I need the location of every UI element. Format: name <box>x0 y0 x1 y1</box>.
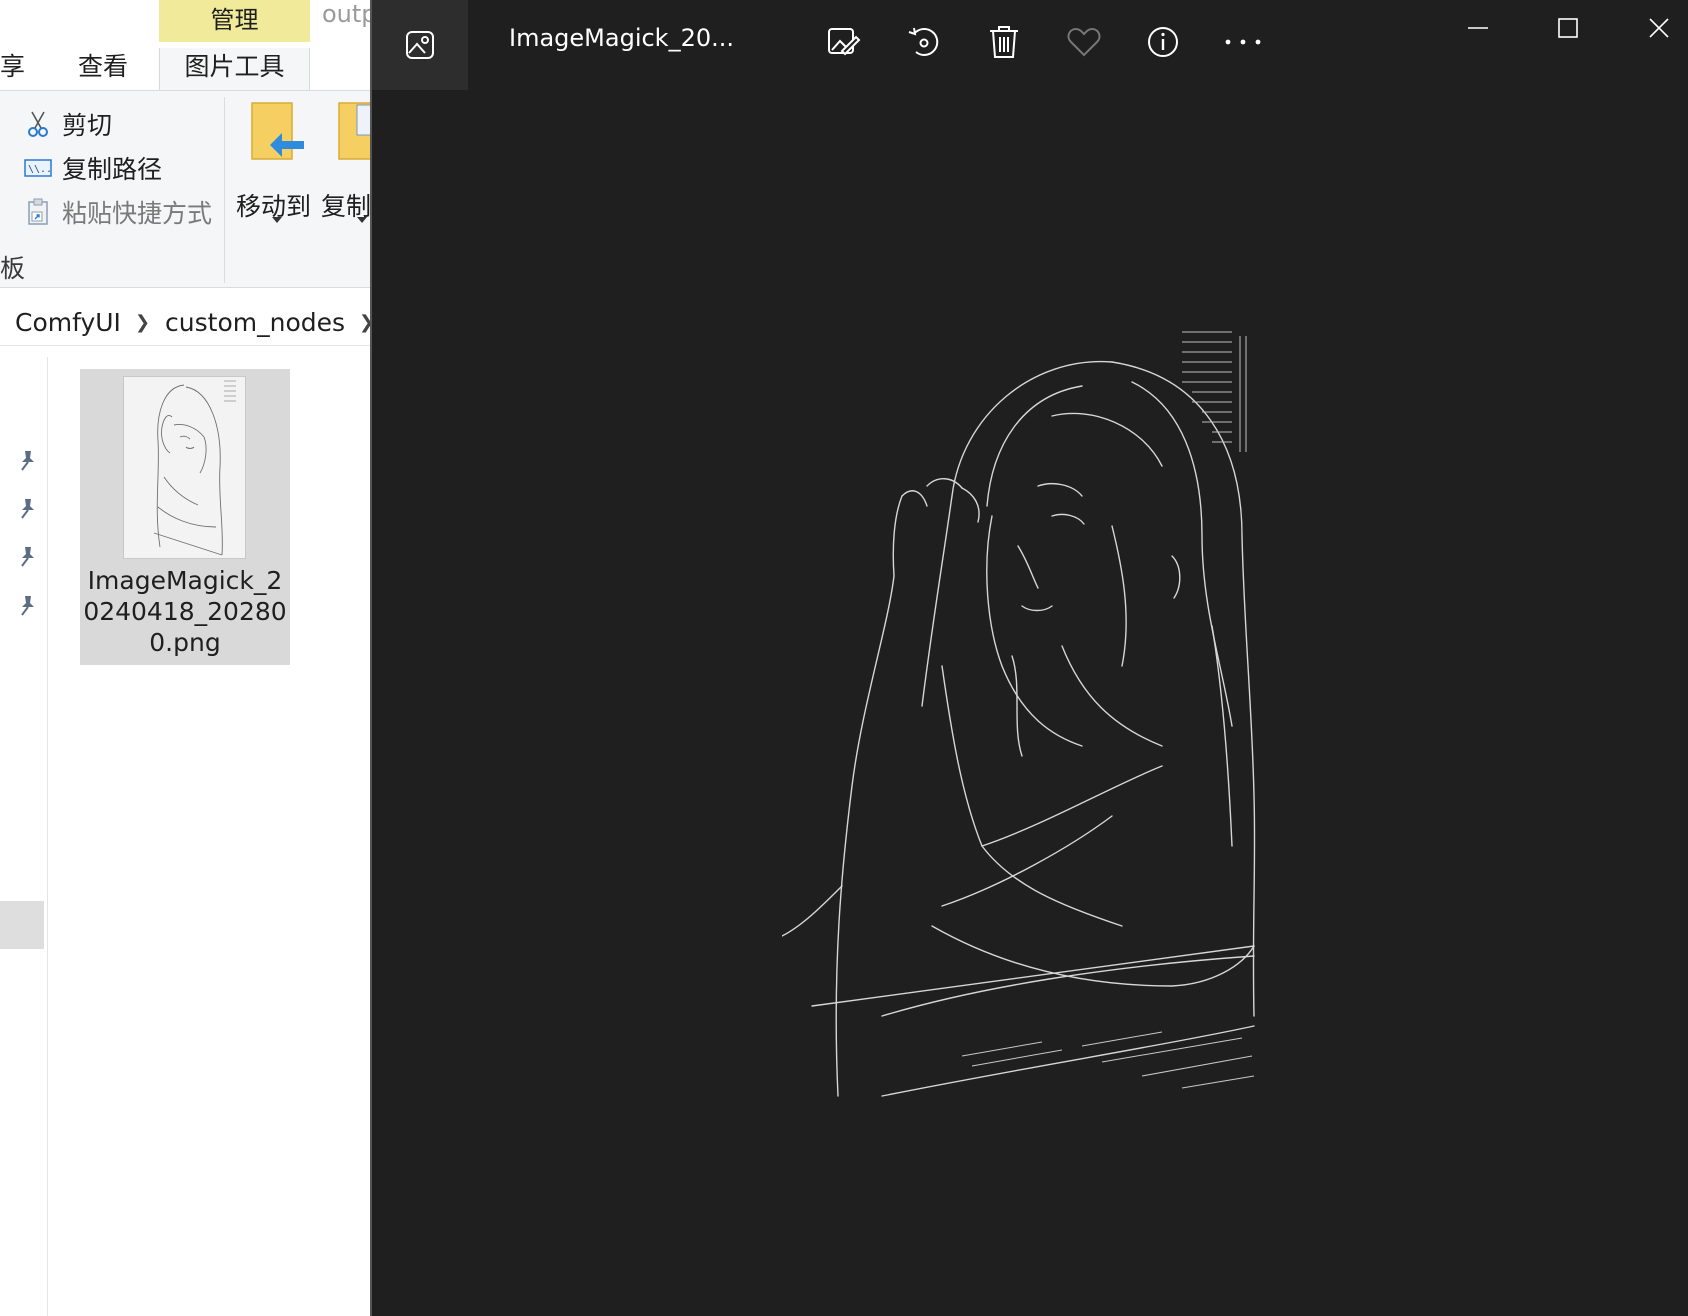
scissors-icon <box>24 110 52 138</box>
tab-picture-tools[interactable]: 图片工具 <box>159 48 310 90</box>
edit-image-icon <box>828 28 861 56</box>
pin-icon[interactable] <box>16 448 40 472</box>
pin-icon[interactable] <box>16 593 40 617</box>
tab-share[interactable]: 享 <box>0 48 25 88</box>
favorite-button[interactable] <box>1062 20 1106 64</box>
cut-label: 剪切 <box>62 111 113 140</box>
copy-to-folder-icon <box>338 102 372 160</box>
image-canvas[interactable] <box>781 326 1302 1100</box>
paste-shortcut-icon <box>24 198 52 226</box>
copy-to-button[interactable]: 复制 <box>321 101 372 223</box>
chevron-right-icon[interactable]: ❯ <box>345 312 372 333</box>
pin-icon[interactable] <box>16 496 40 520</box>
close-button[interactable] <box>1629 6 1688 50</box>
image-title: ImageMagick_20... <box>509 24 734 52</box>
copy-to-caret-icon <box>357 217 367 223</box>
tab-view[interactable]: 查看 <box>78 48 128 88</box>
more-button[interactable] <box>1221 20 1265 64</box>
clipboard-group-label: 板 <box>0 254 26 283</box>
cut-button[interactable]: 剪切 <box>24 104 112 144</box>
photos-app-icon <box>406 31 434 59</box>
pin-icon[interactable] <box>16 544 40 568</box>
delete-icon <box>990 26 1018 58</box>
move-to-button[interactable]: 移动到 <box>236 101 316 223</box>
maximize-button[interactable] <box>1538 6 1598 50</box>
close-icon <box>1649 18 1669 38</box>
ribbon-divider <box>224 97 225 283</box>
navigation-pane <box>0 357 48 1316</box>
rotate-icon <box>908 27 939 56</box>
edit-button[interactable] <box>822 20 866 64</box>
delete-button[interactable] <box>982 20 1026 64</box>
minimize-button[interactable] <box>1448 6 1508 50</box>
file-explorer-window: 管理 outp 享 查看 图片工具 剪切 \\... <box>0 0 372 1316</box>
info-button[interactable] <box>1141 20 1185 64</box>
ribbon: 剪切 \\... 复制路径 粘贴快捷方式 板 <box>0 90 372 288</box>
address-bar[interactable]: ComfyUI ❯ custom_nodes ❯ C <box>0 300 372 346</box>
breadcrumb-comfyui[interactable]: ComfyUI <box>0 308 121 337</box>
ribbon-tabs: 管理 outp 享 查看 图片工具 <box>0 0 372 90</box>
copy-path-button[interactable]: \\... 复制路径 <box>24 148 162 188</box>
file-thumbnail <box>123 376 246 559</box>
paste-shortcut-label: 粘贴快捷方式 <box>62 199 213 228</box>
app-icon-button[interactable] <box>372 0 468 90</box>
svg-text:\\...: \\... <box>28 164 52 175</box>
chevron-right-icon[interactable]: ❯ <box>121 312 150 333</box>
breadcrumb-custom-nodes[interactable]: custom_nodes <box>150 308 345 337</box>
file-name: ImageMagick_20240418_202800.png <box>83 566 287 657</box>
window-title-partial: outp <box>322 0 372 28</box>
navigation-selected-item[interactable] <box>0 901 44 949</box>
file-item[interactable]: ImageMagick_20240418_202800.png <box>80 369 290 665</box>
line-art-image <box>781 331 1256 1097</box>
heart-icon <box>1067 27 1101 57</box>
maximize-icon <box>1558 18 1578 38</box>
contextual-group-label[interactable]: 管理 <box>159 0 310 42</box>
move-to-caret-icon <box>272 217 282 223</box>
copy-path-icon: \\... <box>24 154 52 182</box>
paste-shortcut-button[interactable]: 粘贴快捷方式 <box>24 192 212 232</box>
info-icon <box>1148 27 1178 57</box>
minimize-icon <box>1468 27 1488 29</box>
copy-path-label: 复制路径 <box>62 155 163 184</box>
more-icon <box>1225 39 1261 45</box>
move-to-folder-icon <box>251 102 304 160</box>
rotate-button[interactable] <box>902 20 946 64</box>
photos-viewer-window: ImageMagick_20... <box>370 0 1688 1316</box>
